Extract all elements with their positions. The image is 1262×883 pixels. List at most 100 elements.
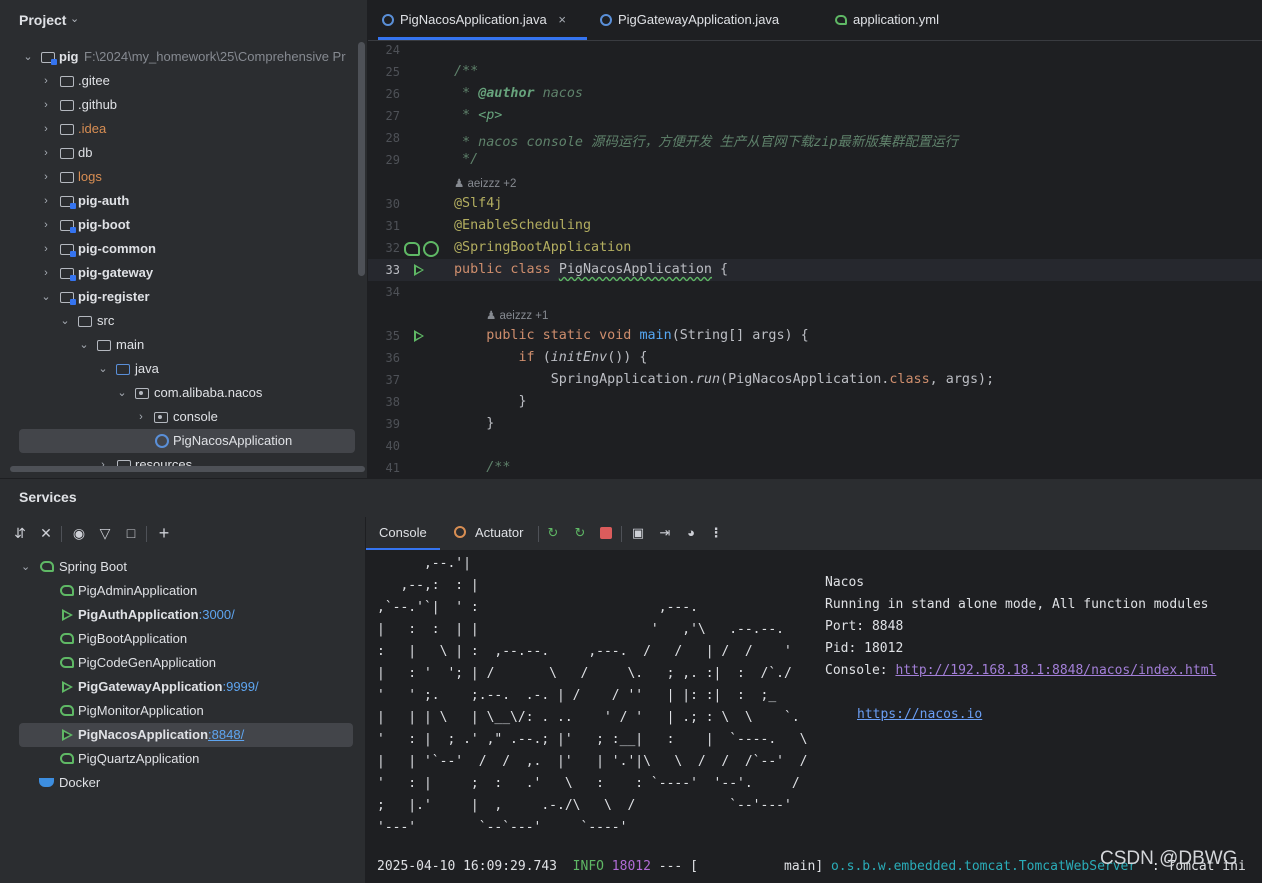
- tab-application-yml[interactable]: application.yml: [835, 0, 939, 40]
- code-line: }: [454, 416, 495, 431]
- expand-all-icon[interactable]: ⇵: [9, 522, 31, 544]
- service-item[interactable]: PigGatewayApplication:9999/: [0, 675, 365, 699]
- code-line: public static void main(String[] args) {: [454, 328, 809, 343]
- vertical-scrollbar[interactable]: [358, 42, 365, 276]
- console-toolbar: Console Actuator ↻ ↻ ▣ ⇥ ◕ ⋮: [366, 516, 1262, 550]
- chevron-right-icon[interactable]: ›: [40, 165, 52, 189]
- code-line: /**: [454, 460, 511, 475]
- chevron-down-icon[interactable]: ⌄: [70, 12, 79, 25]
- tree-item-pig-gateway[interactable]: › pig-gateway: [0, 261, 360, 285]
- chevron-right-icon[interactable]: ›: [40, 117, 52, 141]
- chevron-down-icon[interactable]: ⌄: [116, 381, 128, 405]
- close-icon[interactable]: ×: [558, 12, 566, 27]
- restart-icon[interactable]: ↻: [571, 524, 589, 542]
- tree-item-pig-auth[interactable]: › pig-auth: [0, 189, 360, 213]
- new-group-icon[interactable]: □: [120, 522, 142, 544]
- actuator-icon: [454, 526, 466, 538]
- nacos-site-link[interactable]: https://nacos.io: [857, 707, 982, 722]
- chevron-right-icon[interactable]: ›: [135, 405, 147, 429]
- tab-piggatewayapplication[interactable]: PigGatewayApplication.java: [600, 0, 779, 40]
- stop-icon[interactable]: [600, 527, 612, 539]
- tree-item-main[interactable]: ⌄ main: [0, 333, 360, 357]
- chevron-right-icon[interactable]: ›: [40, 93, 52, 117]
- author-hint[interactable]: ♟ aeizzz +2: [454, 176, 516, 190]
- spring-boot-icon: [60, 585, 74, 596]
- eye-icon[interactable]: ◉: [68, 522, 90, 544]
- console-url-link[interactable]: http://192.168.18.1:8848/nacos/index.htm…: [895, 663, 1216, 678]
- spring-scheduling-icon[interactable]: [423, 241, 439, 257]
- code-line: * <p>: [454, 108, 503, 123]
- chevron-down-icon[interactable]: ⌄: [21, 555, 30, 579]
- tree-item-github[interactable]: › .github: [0, 93, 360, 117]
- service-port-link[interactable]: :8848/: [208, 727, 244, 742]
- project-title[interactable]: Project: [19, 12, 66, 28]
- chevron-down-icon[interactable]: ⌄: [22, 45, 34, 69]
- chevron-right-icon[interactable]: ›: [40, 261, 52, 285]
- tree-item-db[interactable]: › db: [0, 141, 360, 165]
- tree-item-idea[interactable]: › .idea: [0, 117, 360, 141]
- tree-item-pig-boot[interactable]: › pig-boot: [0, 213, 360, 237]
- chevron-right-icon[interactable]: ›: [40, 141, 52, 165]
- tree-item-console[interactable]: › console: [0, 405, 360, 429]
- service-item[interactable]: PigAuthApplication:3000/: [0, 603, 365, 627]
- horizontal-scrollbar[interactable]: [10, 466, 365, 472]
- service-item[interactable]: PigQuartzApplication: [0, 747, 365, 771]
- tree-item-logs[interactable]: › logs: [0, 165, 360, 189]
- tree-item-src[interactable]: ⌄ src: [0, 309, 360, 333]
- chevron-right-icon[interactable]: ›: [40, 189, 52, 213]
- tree-item-pig-register[interactable]: ⌄ pig-register: [0, 285, 360, 309]
- folder-icon: [60, 100, 74, 111]
- chevron-right-icon[interactable]: ›: [97, 453, 109, 477]
- tree-item-label: .idea: [78, 121, 107, 136]
- console-text: Port: 8848: [825, 619, 904, 634]
- tree-item-java[interactable]: ⌄ java: [0, 357, 360, 381]
- chevron-down-icon[interactable]: ⌄: [78, 333, 90, 357]
- service-port-link[interactable]: :3000/: [199, 607, 235, 622]
- rerun-icon[interactable]: ↻: [544, 524, 562, 542]
- tab-actuator[interactable]: Actuator: [475, 516, 523, 550]
- camera-icon[interactable]: ▣: [629, 524, 647, 542]
- run-icon[interactable]: [414, 330, 424, 342]
- service-item[interactable]: PigAdminApplication: [0, 579, 365, 603]
- package-icon: [154, 412, 168, 423]
- chevron-right-icon[interactable]: ›: [40, 213, 52, 237]
- service-group-docker[interactable]: Docker: [0, 771, 365, 795]
- tree-item-resources[interactable]: › resources: [0, 453, 360, 477]
- tree-item-pig[interactable]: ⌄ pig F:\2024\my_homework\25\Comprehensi…: [0, 45, 360, 69]
- tree-item-label: pig-gateway: [78, 265, 154, 280]
- tree-item-pignacosapplication[interactable]: PigNacosApplication: [19, 429, 355, 453]
- line-number: 25: [385, 65, 400, 79]
- code-editor[interactable]: PigNacosApplication.java × PigGatewayApp…: [368, 0, 1262, 478]
- service-port-link[interactable]: :9999/: [222, 679, 258, 694]
- line-number: 33: [385, 263, 400, 277]
- filter-icon[interactable]: ▽: [94, 522, 116, 544]
- collapse-all-icon[interactable]: ✕: [35, 522, 57, 544]
- run-icon[interactable]: [414, 264, 424, 276]
- spring-bean-icon[interactable]: [404, 242, 420, 256]
- folder-icon: [60, 172, 74, 183]
- author-hint[interactable]: ♟ aeizzz +1: [486, 308, 548, 322]
- chevron-down-icon[interactable]: ⌄: [59, 309, 71, 333]
- service-item[interactable]: PigBootApplication: [0, 627, 365, 651]
- exit-icon[interactable]: ⇥: [656, 524, 674, 542]
- chevron-right-icon[interactable]: ›: [40, 237, 52, 261]
- tab-pignacosapplication[interactable]: PigNacosApplication.java ×: [382, 0, 566, 40]
- service-group-spring-boot[interactable]: ⌄ Spring Boot: [0, 555, 365, 579]
- chevron-down-icon[interactable]: ⌄: [40, 285, 52, 309]
- line-number: 29: [385, 153, 400, 167]
- chevron-right-icon[interactable]: ›: [40, 69, 52, 93]
- console-panel[interactable]: Console Actuator ↻ ↻ ▣ ⇥ ◕ ⋮ ,--.'| ,--,…: [366, 516, 1262, 883]
- tree-item-gitee[interactable]: › .gitee: [0, 69, 360, 93]
- tree-item-pig-common[interactable]: › pig-common: [0, 237, 360, 261]
- folder-icon: [60, 76, 74, 87]
- chevron-down-icon[interactable]: ⌄: [97, 357, 109, 381]
- tab-console[interactable]: Console: [366, 516, 440, 550]
- service-item[interactable]: PigCodeGenApplication: [0, 651, 365, 675]
- service-item-selected[interactable]: PigNacosApplication:8848/: [19, 723, 353, 747]
- add-service-icon[interactable]: +: [153, 522, 175, 544]
- more-icon[interactable]: ⋮: [707, 524, 725, 542]
- tree-item-label: db: [78, 145, 93, 160]
- gauge-icon[interactable]: ◕: [682, 524, 700, 542]
- tree-item-package[interactable]: ⌄ com.alibaba.nacos: [0, 381, 360, 405]
- service-item[interactable]: PigMonitorApplication: [0, 699, 365, 723]
